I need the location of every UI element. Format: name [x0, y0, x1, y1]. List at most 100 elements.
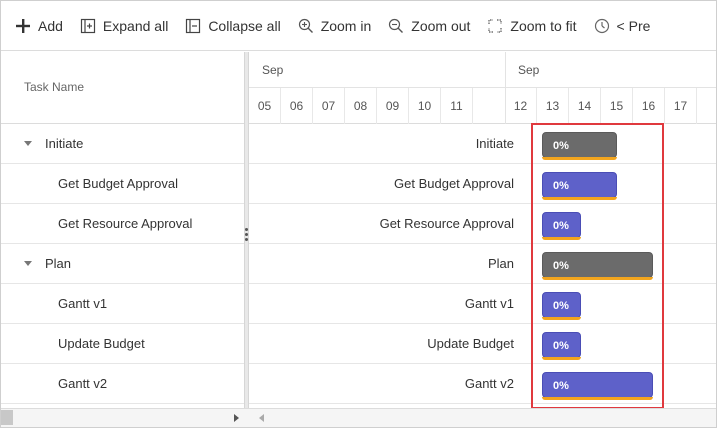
timeline-row: Initiate 0% — [249, 124, 716, 164]
bar-progress-line — [542, 277, 653, 280]
task-name: Get Resource Approval — [58, 216, 193, 231]
zoom-in-button[interactable]: Zoom in — [297, 17, 372, 35]
bar-progress-line — [542, 357, 581, 360]
add-button[interactable]: Add — [14, 17, 63, 35]
scroll-right-arrow-icon[interactable] — [234, 414, 239, 422]
bar-progress-text: 0% — [553, 300, 569, 312]
timeline-row: Gantt v2 0% — [249, 364, 716, 404]
day-label: 17 — [665, 88, 697, 124]
zoom-to-fit-label: Zoom to fit — [510, 17, 577, 34]
task-name: Gantt v2 — [58, 376, 108, 391]
task-bar[interactable]: 0% — [542, 372, 653, 400]
task-bar[interactable]: 0% — [542, 292, 581, 320]
timeline-row: Gantt v1 0% — [249, 284, 716, 324]
collapse-all-icon — [184, 17, 202, 35]
zoom-out-button[interactable]: Zoom out — [387, 17, 470, 35]
task-name: Initiate — [45, 136, 84, 151]
bar-progress-text: 0% — [553, 380, 569, 392]
zoom-in-icon — [297, 17, 315, 35]
timeline-chart: Sep Sep 05 06 07 08 09 10 11 12 13 14 15… — [249, 52, 716, 408]
bar-label: Gantt v2 — [464, 376, 514, 391]
zoom-to-fit-icon — [486, 17, 504, 35]
day-label: 08 — [345, 88, 377, 124]
zoom-out-icon — [387, 17, 405, 35]
add-label: Add — [38, 17, 63, 34]
scrollbar-thumb[interactable] — [1, 410, 13, 425]
expand-all-icon — [79, 17, 97, 35]
bar-label: Gantt v1 — [464, 296, 514, 311]
previous-timespan-label: < Pre — [616, 17, 651, 34]
task-bar[interactable]: 0% — [542, 132, 617, 160]
day-label: 07 — [313, 88, 345, 124]
task-name: Gantt v1 — [58, 296, 108, 311]
bar-progress-line — [542, 317, 581, 320]
day-label: 11 — [441, 88, 473, 124]
scroll-left-arrow-icon[interactable] — [259, 414, 264, 422]
task-name-column-header[interactable]: Task Name — [24, 80, 84, 94]
timeline-header: Sep Sep 05 06 07 08 09 10 11 12 13 14 15… — [249, 52, 716, 124]
task-row[interactable]: Get Resource Approval — [1, 204, 244, 244]
zoom-out-label: Zoom out — [411, 17, 471, 34]
day-label: 09 — [377, 88, 409, 124]
task-row[interactable]: Gantt v1 — [1, 284, 244, 324]
timeline-row: Update Budget 0% — [249, 324, 716, 364]
previous-timespan-button[interactable]: < Pre — [593, 17, 651, 35]
day-label: 06 — [281, 88, 313, 124]
task-row[interactable]: Update Budget — [1, 324, 244, 364]
month-label: Sep — [262, 63, 284, 77]
expand-all-label: Expand all — [102, 17, 169, 34]
month-row: Sep Sep — [249, 52, 716, 88]
task-bar[interactable]: 0% — [542, 252, 653, 280]
timeline-row: Get Budget Approval 0% — [249, 164, 716, 204]
bar-progress-line — [542, 157, 617, 160]
task-bar[interactable]: 0% — [542, 172, 617, 200]
bar-progress-text: 0% — [553, 340, 569, 352]
bar-progress-line — [542, 397, 653, 400]
caret-down-icon[interactable] — [24, 261, 32, 266]
day-label: 13 — [537, 88, 569, 124]
task-name: Plan — [45, 256, 72, 271]
task-grid: Task Name Initiate Get Budget Approval G… — [1, 52, 244, 408]
task-grid-header: Task Name — [1, 52, 244, 124]
task-row[interactable]: Plan — [1, 244, 244, 284]
splitter-grip-icon[interactable] — [245, 228, 248, 242]
bar-label: Update Budget — [427, 336, 514, 351]
bar-progress-text: 0% — [553, 180, 569, 192]
zoom-to-fit-button[interactable]: Zoom to fit — [486, 17, 577, 35]
bar-label: Initiate — [475, 136, 514, 151]
bar-progress-text: 0% — [553, 260, 569, 272]
day-label: 14 — [569, 88, 601, 124]
day-label: 10 — [409, 88, 441, 124]
timeline-row: Plan 0% — [249, 244, 716, 284]
task-row[interactable]: Initiate — [1, 124, 244, 164]
task-bar[interactable]: 0% — [542, 212, 581, 240]
zoom-in-label: Zoom in — [320, 17, 372, 34]
collapse-all-label: Collapse all — [208, 17, 281, 34]
bar-label: Get Budget Approval — [394, 176, 514, 191]
task-bar[interactable]: 0% — [542, 332, 581, 360]
bar-label: Get Resource Approval — [379, 216, 514, 231]
gantt-window: Add Expand all Collapse all Zoom in Zoom… — [0, 0, 717, 428]
day-label: 15 — [601, 88, 633, 124]
bar-progress-line — [542, 197, 617, 200]
bar-progress-text: 0% — [553, 140, 569, 152]
plus-icon — [14, 17, 32, 35]
bar-label: Plan — [487, 256, 514, 271]
bar-progress-text: 0% — [553, 220, 569, 232]
timeline-row: Get Resource Approval 0% — [249, 204, 716, 244]
task-row[interactable]: Get Budget Approval — [1, 164, 244, 204]
task-name: Get Budget Approval — [58, 176, 178, 191]
collapse-all-button[interactable]: Collapse all — [184, 17, 281, 35]
task-row[interactable]: Gantt v2 — [1, 364, 244, 404]
day-label: 16 — [633, 88, 665, 124]
toolbar: Add Expand all Collapse all Zoom in Zoom… — [1, 1, 716, 51]
day-label: 05 — [249, 88, 281, 124]
clock-icon — [593, 17, 611, 35]
task-name: Update Budget — [58, 336, 145, 351]
day-label: 12 — [505, 88, 537, 124]
expand-all-button[interactable]: Expand all — [79, 17, 168, 35]
caret-down-icon[interactable] — [24, 141, 32, 146]
horizontal-scrollbar[interactable] — [1, 408, 716, 427]
bar-progress-line — [542, 237, 581, 240]
month-label: Sep — [518, 63, 540, 77]
